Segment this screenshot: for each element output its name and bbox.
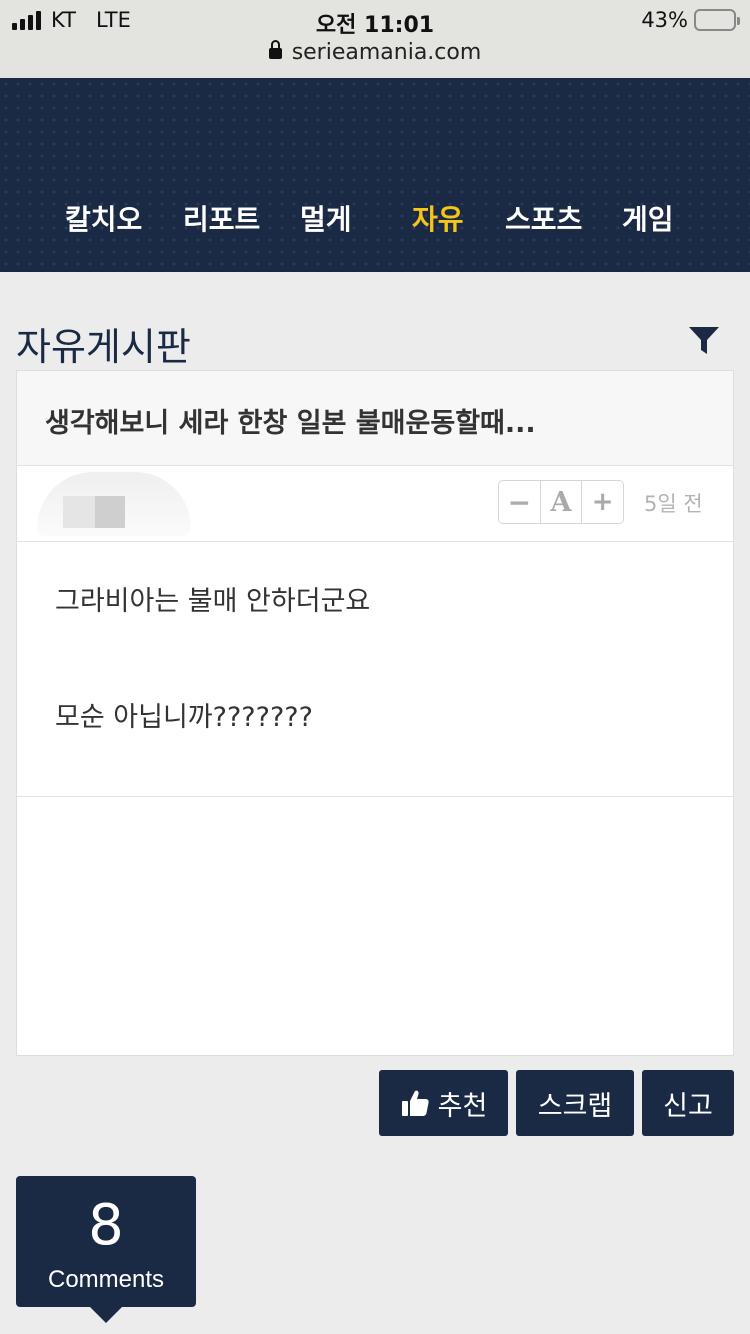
recommend-label: 추천	[437, 1090, 488, 1122]
battery-icon	[694, 9, 740, 31]
nav-item-multi[interactable]: 멀게	[300, 198, 352, 238]
divider	[17, 796, 733, 797]
post-body-line: 모순 아닙니까???????	[55, 702, 313, 733]
clock: 오전 11:01	[315, 13, 435, 38]
post-header: 생각해보니 세라 한창 일본 불매운동할때...	[17, 371, 733, 466]
post-date: 5일 전	[644, 492, 703, 516]
url-text: serieamania.com	[291, 40, 482, 65]
main-nav: 칼치오 리포트 멀게 자유 스포츠 게임	[0, 198, 750, 238]
url-bar[interactable]: serieamania.com	[0, 40, 750, 65]
font-decrease-button[interactable]: −	[499, 481, 540, 523]
battery-status: 43%	[641, 8, 740, 32]
post-title: 생각해보니 세라 한창 일본 불매운동할때...	[45, 408, 536, 439]
nav-item-sports[interactable]: 스포츠	[505, 198, 582, 238]
recommend-button[interactable]: 추천	[379, 1070, 508, 1136]
scrap-button[interactable]: 스크랩	[516, 1070, 634, 1136]
battery-percent: 43%	[641, 8, 688, 32]
board-title: 자유게시판	[16, 325, 191, 369]
thumbs-up-icon	[401, 1090, 429, 1116]
comment-count: 8	[88, 1193, 124, 1258]
comment-label: Comments	[47, 1266, 165, 1293]
nav-item-game[interactable]: 게임	[622, 198, 674, 238]
font-reset-button[interactable]: A	[539, 481, 582, 523]
comments-badge[interactable]: 8 Comments	[16, 1176, 196, 1323]
post-card: 생각해보니 세라 한창 일본 불매운동할때... − A + 5일 전 그라비아…	[16, 370, 734, 1056]
lock-icon	[268, 40, 282, 59]
report-button[interactable]: 신고	[642, 1070, 734, 1136]
author-avatar[interactable]	[37, 472, 191, 536]
post-meta: − A + 5일 전	[17, 466, 733, 542]
nav-item-report[interactable]: 리포트	[183, 198, 260, 238]
site-header: 칼치오 리포트 멀게 자유 스포츠 게임	[0, 78, 750, 272]
font-increase-button[interactable]: +	[581, 481, 623, 523]
post-body-line: 그라비아는 불매 안하더군요	[55, 586, 371, 617]
browser-status-bar: KT LTE 오전 11:01 43% serieamania.com	[0, 0, 750, 78]
nav-item-free[interactable]: 자유	[412, 198, 464, 238]
nav-item-calcio[interactable]: 칼치오	[65, 198, 142, 238]
font-size-control: − A +	[498, 480, 624, 524]
funnel-filter-icon[interactable]	[688, 326, 720, 356]
